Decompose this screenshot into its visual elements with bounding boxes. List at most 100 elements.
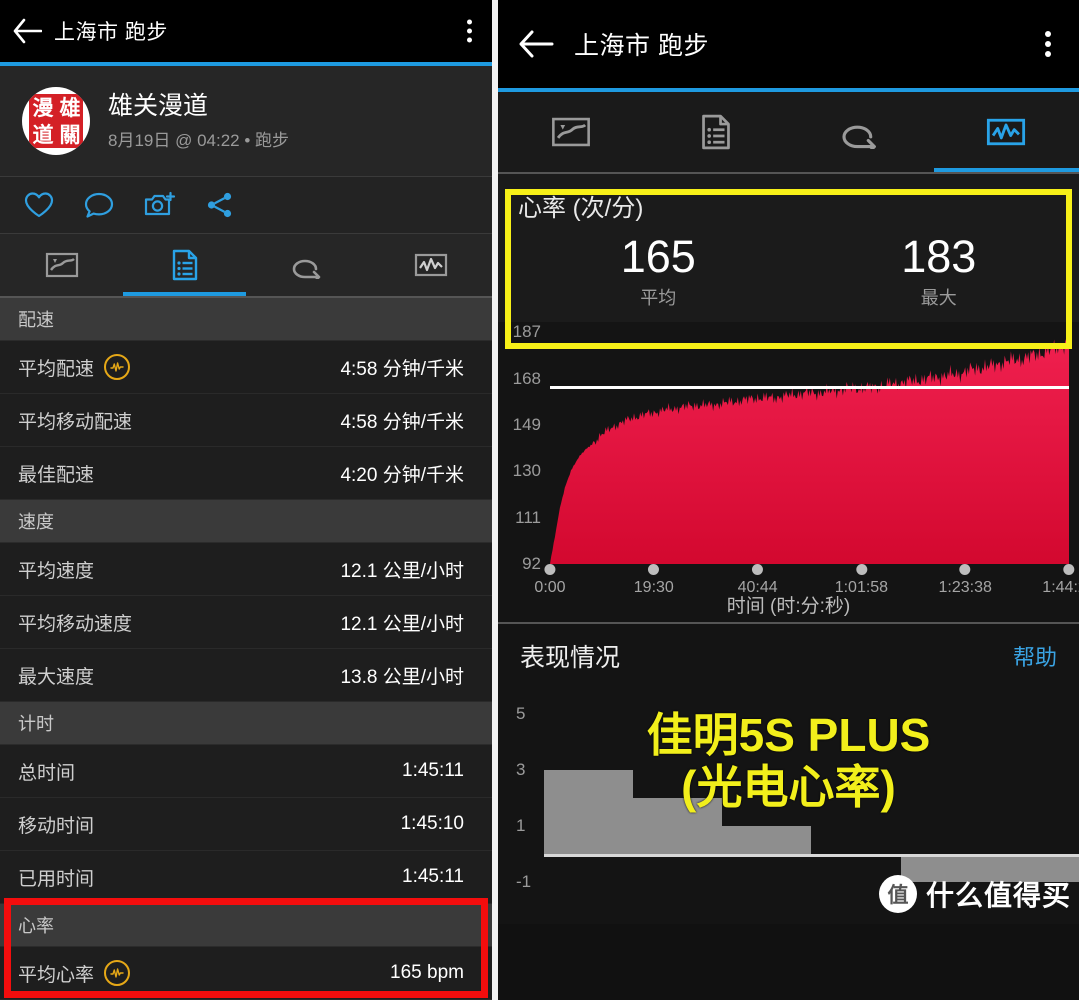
row-value: 165 bpm bbox=[390, 962, 464, 983]
back-arrow-icon[interactable] bbox=[0, 18, 54, 44]
social-action-bar bbox=[0, 177, 492, 234]
owner-meta: 雄关漫道 8月19日 @ 04:22 • 跑步 bbox=[108, 91, 289, 151]
row-value: 4:58 分钟/千米 bbox=[340, 358, 464, 380]
comment-icon[interactable] bbox=[84, 191, 114, 219]
add-photo-icon[interactable] bbox=[144, 191, 176, 219]
seal-char-0: 漫 bbox=[32, 95, 54, 120]
row-label: 总时间 bbox=[18, 758, 75, 785]
row-label: 移动时间 bbox=[18, 811, 94, 838]
seal-char-1: 雄 bbox=[59, 95, 81, 120]
tab-laps[interactable] bbox=[789, 92, 934, 172]
table-row: 最大速度 13.8 公里/小时 bbox=[0, 649, 492, 702]
page-title: 上海市 跑步 bbox=[574, 32, 709, 60]
back-arrow-icon[interactable] bbox=[498, 29, 574, 59]
annotation-line-1: 佳明5S PLUS bbox=[646, 709, 931, 762]
row-label-text: 移动时间 bbox=[18, 815, 95, 837]
activity-detail-list: 配速 平均配速 4:58 分钟/千米 平均移动配速 4:58 分钟/千米 最佳配速 4:20… bbox=[0, 298, 492, 1000]
table-row: 总时间 1:45:11 bbox=[0, 745, 492, 798]
hr-wave-badge-icon bbox=[104, 960, 131, 986]
tab-charts[interactable] bbox=[369, 234, 492, 296]
active-tab-underline bbox=[933, 168, 1079, 172]
heart-rate-summary-card: 心率 (次/分) 165 平均 183 最大 bbox=[498, 174, 1079, 323]
row-label-text: 平均配速 bbox=[18, 358, 95, 380]
y-axis-tick: 130 bbox=[512, 461, 541, 481]
table-row: 已用时间 1:45:11 bbox=[0, 851, 492, 904]
right-tab-strip bbox=[498, 92, 1079, 172]
like-icon[interactable] bbox=[24, 191, 54, 219]
overflow-menu-icon[interactable] bbox=[1045, 31, 1051, 57]
row-label: 最佳配速 bbox=[18, 460, 94, 487]
table-row: 移动时间 1:45:10 bbox=[0, 798, 492, 851]
hr-average-stat: 165 平均 bbox=[518, 233, 799, 310]
y-axis-tick: 1 bbox=[516, 816, 526, 836]
performance-title: 表现情况 bbox=[520, 644, 621, 673]
watermark: 值 什么值得买 bbox=[878, 874, 1071, 914]
help-link[interactable]: 帮助 bbox=[1013, 640, 1057, 672]
performance-zero-line bbox=[544, 854, 1079, 858]
avatar[interactable]: 漫 雄 道 關 bbox=[22, 87, 90, 155]
activity-datetime: 8月19日 @ 04:22 • 跑步 bbox=[108, 131, 290, 150]
hr-average-line bbox=[550, 385, 1069, 389]
row-label-text: 已用时间 bbox=[18, 868, 95, 890]
x-tick-dot bbox=[648, 564, 660, 576]
seal-char-3: 關 bbox=[59, 122, 81, 147]
row-label: 平均移动配速 bbox=[18, 407, 132, 434]
left-app-bar: 上海市 跑步 bbox=[0, 0, 492, 62]
tab-map[interactable] bbox=[0, 234, 123, 296]
screenshot-root: 上海市 跑步 漫 雄 道 關 雄关漫道 8月19日 @ 04:22 • 跑步 配… bbox=[0, 0, 1079, 1000]
avatar-seal-icon: 漫 雄 道 關 bbox=[29, 94, 83, 148]
hr-card-title: 心率 (次/分) bbox=[518, 195, 644, 222]
row-label: 平均速度 bbox=[18, 556, 94, 583]
y-axis-tick: 111 bbox=[515, 507, 541, 527]
row-label: 平均移动速度 bbox=[18, 609, 132, 636]
hr-max-stat: 183 最大 bbox=[799, 233, 1079, 310]
tab-laps[interactable] bbox=[246, 234, 369, 296]
row-value: 1:45:10 bbox=[400, 813, 464, 834]
watermark-text: 什么值得买 bbox=[925, 880, 1071, 912]
overflow-menu-icon[interactable] bbox=[467, 19, 472, 43]
table-row: 平均速度 12.1 公里/小时 bbox=[0, 543, 492, 596]
row-value: 1:45:11 bbox=[402, 760, 464, 781]
row-label: 已用时间 bbox=[18, 864, 94, 891]
watermark-badge-icon: 值 bbox=[878, 875, 917, 914]
hr-wave-badge-icon bbox=[104, 354, 131, 380]
row-label-text: 最佳配速 bbox=[18, 464, 95, 486]
row-label-text: 平均速度 bbox=[18, 560, 95, 582]
owner-name: 雄关漫道 bbox=[108, 92, 209, 120]
row-label: 平均配速 bbox=[18, 354, 131, 381]
y-axis-tick: -1 bbox=[516, 872, 532, 892]
y-axis-tick: 187 bbox=[512, 322, 541, 342]
row-label-text: 平均移动速度 bbox=[18, 613, 133, 635]
row-label-text: 总时间 bbox=[18, 762, 76, 784]
row-label-text: 最大速度 bbox=[18, 666, 95, 688]
hr-stat-group: 165 平均 183 最大 bbox=[518, 233, 1079, 310]
heart-rate-chart: 187 168 149 130 111 92 0:00 19:30 40:44 1:01:58 1… bbox=[498, 322, 1079, 623]
row-label-text: 平均移动配速 bbox=[18, 411, 133, 433]
row-label-text: 平均心率 bbox=[18, 964, 95, 986]
activity-owner-header: 漫 雄 道 關 雄关漫道 8月19日 @ 04:22 • 跑步 bbox=[0, 66, 492, 177]
left-tab-strip bbox=[0, 234, 492, 296]
hr-max-value: 183 bbox=[901, 231, 977, 282]
tab-charts[interactable] bbox=[933, 92, 1079, 172]
hr-average-value: 165 bbox=[620, 231, 696, 282]
row-label: 最大速度 bbox=[18, 662, 94, 689]
table-row: 平均移动速度 12.1 公里/小时 bbox=[0, 596, 492, 649]
hr-plot-area: 187 168 149 130 111 92 bbox=[513, 322, 1069, 573]
bar bbox=[722, 826, 812, 855]
row-value: 12.1 公里/小时 bbox=[340, 613, 464, 635]
section-header: 心率 bbox=[0, 904, 492, 947]
performance-header: 表现情况 帮助 bbox=[498, 638, 1079, 674]
left-phone-panel: 上海市 跑步 漫 雄 道 關 雄关漫道 8月19日 @ 04:22 • 跑步 配… bbox=[0, 0, 492, 1000]
x-tick-dot bbox=[1063, 564, 1075, 576]
table-row: 平均心率 165 bpm bbox=[0, 947, 492, 1000]
tab-details[interactable] bbox=[123, 234, 246, 296]
x-tick-dot bbox=[752, 564, 764, 576]
tab-map[interactable] bbox=[498, 92, 643, 172]
tab-details[interactable] bbox=[643, 92, 788, 172]
hr-area-series bbox=[550, 337, 1069, 565]
table-row: 平均移动配速 4:58 分钟/千米 bbox=[0, 394, 492, 447]
section-header: 计时 bbox=[0, 702, 492, 745]
hr-x-axis-title: 时间 (时:分:秒) bbox=[726, 596, 851, 618]
row-label: 平均心率 bbox=[18, 960, 131, 987]
share-icon[interactable] bbox=[206, 191, 234, 219]
